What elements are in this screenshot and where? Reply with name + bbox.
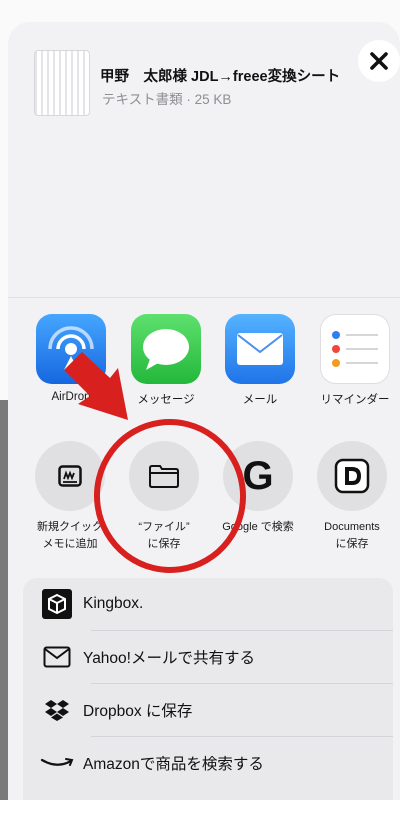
document-thumbnail <box>34 50 90 116</box>
envelope-icon <box>39 646 75 668</box>
action-label-google: Google で検索 <box>222 521 294 533</box>
list-label-amazon: Amazonで商品を検索する <box>83 756 264 773</box>
action-quick-note[interactable]: 新規クイック メモに追加 <box>24 441 116 553</box>
airdrop-icon <box>36 314 106 384</box>
amazon-icon <box>39 756 75 770</box>
action-google-search[interactable]: G Google で検索 <box>212 441 304 536</box>
list-item-yahoo-mail[interactable]: Yahoo!メールで共有する <box>23 631 393 683</box>
share-sheet: 甲野 太郎様 JDL→freee変換シート テキスト書類 · 25 KB Air… <box>8 22 400 800</box>
reminders-icon <box>320 314 390 384</box>
action-label-quick-note-1: 新規クイック <box>37 521 103 533</box>
app-reminders[interactable]: リマインダー <box>310 314 400 407</box>
list-item-amazon[interactable]: Amazonで商品を検索する <box>23 737 393 789</box>
action-save-to-files[interactable]: “ファイル” に保存 <box>118 441 210 553</box>
document-title: 甲野 太郎様 JDL→freee変換シート <box>100 69 341 85</box>
document-subtitle: テキスト書類 · 25 KB <box>102 92 232 107</box>
quick-note-icon <box>35 441 105 511</box>
action-label-files-1: “ファイル” <box>138 521 190 533</box>
list-label-dropbox: Dropbox に保存 <box>83 703 193 720</box>
list-label-yahoo-mail: Yahoo!メールで共有する <box>83 650 255 667</box>
documents-icon <box>317 441 387 511</box>
list-item-dropbox[interactable]: Dropbox に保存 <box>23 684 393 736</box>
share-header: 甲野 太郎様 JDL→freee変換シート テキスト書類 · 25 KB <box>8 22 400 152</box>
app-label-airdrop: AirDrop <box>51 391 91 403</box>
folder-icon <box>129 441 199 511</box>
action-documents[interactable]: Documents に保存 <box>306 441 398 553</box>
app-airdrop[interactable]: AirDrop <box>26 314 116 403</box>
close-icon <box>370 52 388 70</box>
mail-icon <box>225 314 295 384</box>
close-button[interactable] <box>358 40 400 82</box>
backdrop-bottom <box>0 800 400 819</box>
action-list: Kingbox. Yahoo!メールで共有する Dropbox に保存 Amaz… <box>23 578 393 800</box>
google-icon: G <box>223 441 293 511</box>
header-divider <box>8 297 400 298</box>
app-messages[interactable]: メッセージ <box>121 314 211 407</box>
list-item-kingbox[interactable]: Kingbox. <box>23 578 393 630</box>
action-label-files-2: に保存 <box>147 538 181 550</box>
app-label-reminders: リマインダー <box>320 394 390 406</box>
app-label-mail: メール <box>242 394 278 406</box>
list-label-kingbox: Kingbox. <box>83 595 144 612</box>
action-label-quick-note-2: メモに追加 <box>42 538 98 550</box>
action-label-documents-2: に保存 <box>335 538 369 550</box>
kingbox-icon <box>39 589 75 619</box>
app-label-messages: メッセージ <box>137 394 195 406</box>
action-label-documents-1: Documents <box>324 521 380 533</box>
messages-icon <box>131 314 201 384</box>
dropbox-icon <box>39 699 75 721</box>
app-mail[interactable]: メール <box>215 314 305 407</box>
